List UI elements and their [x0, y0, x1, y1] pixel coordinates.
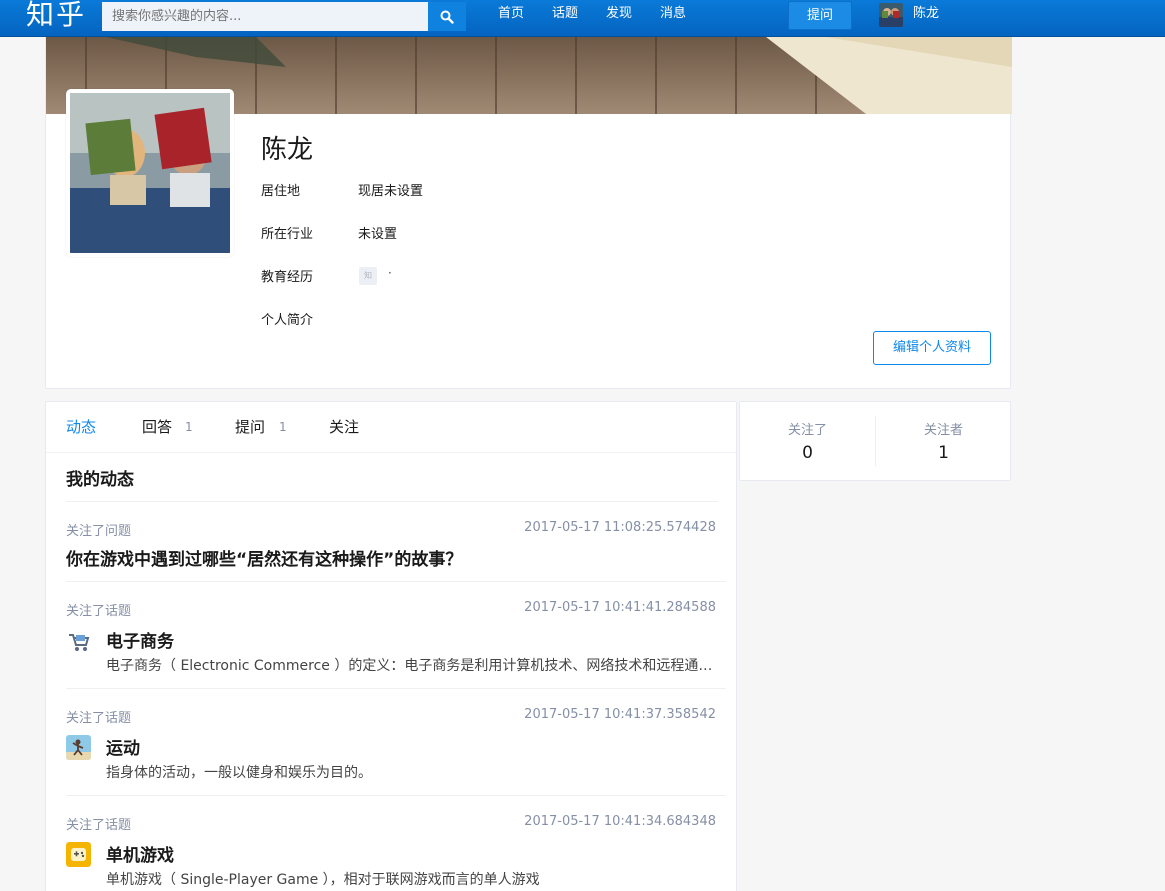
top-navbar: 知乎 首页 话题 发现 消息 提问 陈龙 — [0, 0, 1165, 37]
following-count: 0 — [802, 443, 813, 463]
nav-messages[interactable]: 消息 — [660, 0, 686, 30]
education-value: · — [388, 266, 392, 280]
topic-description: 单机游戏（ Single-Player Game ），相对于联网游戏而言的单人游… — [106, 872, 540, 888]
industry-value: 未设置 — [358, 227, 398, 242]
search-input[interactable] — [102, 2, 428, 31]
search-icon — [440, 10, 454, 24]
zhihu-logo[interactable]: 知乎 — [26, 0, 86, 32]
tab-answers[interactable]: 回答 — [142, 416, 172, 437]
profile-name: 陈龙 — [261, 135, 314, 165]
ask-button[interactable]: 提问 — [788, 1, 852, 30]
tab-following[interactable]: 关注 — [329, 416, 359, 437]
question-link[interactable]: 你在游戏中遇到过哪些“居然还有这种操作”的故事？ — [66, 545, 462, 570]
topic-name[interactable]: 电子商务 — [106, 627, 174, 652]
gamepad-icon[interactable] — [66, 842, 91, 867]
followers-count: 1 — [938, 443, 949, 463]
followers-label: 关注者 — [923, 423, 963, 438]
nav-explore[interactable]: 发现 — [606, 0, 632, 30]
divider — [66, 501, 718, 502]
location-label: 居住地 — [261, 184, 301, 199]
divider — [66, 688, 726, 689]
user-name[interactable]: 陈龙 — [913, 0, 939, 28]
following-label: 关注了 — [787, 423, 827, 438]
answers-count: 1 — [185, 420, 193, 434]
topic-name[interactable]: 单机游戏 — [106, 841, 174, 866]
shopping-cart-icon[interactable] — [66, 629, 91, 654]
topic-name[interactable]: 运动 — [106, 734, 140, 759]
nav-home[interactable]: 首页 — [498, 0, 524, 30]
topic-description: 电子商务（ Electronic Commerce ）的定义：电子商务是利用计算… — [106, 658, 718, 674]
item-time: 2017-05-17 11:08:25.574428 — [524, 520, 716, 535]
tab-activity[interactable]: 动态 — [66, 416, 96, 437]
item-time: 2017-05-17 10:41:34.684348 — [524, 814, 716, 829]
item-time: 2017-05-17 10:41:37.358542 — [524, 707, 716, 722]
item-time: 2017-05-17 10:41:41.284588 — [524, 600, 716, 615]
item-action: 关注了话题 — [66, 604, 132, 619]
industry-label: 所在行业 — [261, 227, 314, 242]
divider — [66, 581, 726, 582]
nav-topics[interactable]: 话题 — [552, 0, 578, 30]
profile-avatar[interactable] — [66, 89, 234, 257]
search-button[interactable] — [428, 2, 466, 31]
questions-count: 1 — [279, 420, 287, 434]
topic-description: 指身体的活动，一般以健身和娱乐为目的。 — [106, 765, 372, 781]
education-label: 教育经历 — [261, 270, 314, 285]
item-action: 关注了问题 — [66, 524, 132, 539]
follow-stats-card: 关注了 0 关注者 1 — [739, 401, 1011, 481]
profile-card: 陈龙 居住地 现居未设置 所在行业 未设置 教育经历 知 · 个人简介 编辑个人… — [45, 37, 1012, 389]
activity-card: 动态 回答 1 提问 1 关注 我的动态 关注了问题 2017-05-17 11… — [45, 401, 737, 891]
item-action: 关注了话题 — [66, 711, 132, 726]
bio-label: 个人简介 — [261, 313, 314, 328]
following-stat[interactable]: 关注了 0 — [740, 402, 875, 482]
item-action: 关注了话题 — [66, 818, 132, 833]
followers-stat[interactable]: 关注者 1 — [876, 402, 1011, 482]
edit-profile-button[interactable]: 编辑个人资料 — [873, 331, 991, 365]
feed-title: 我的动态 — [66, 470, 134, 490]
profile-tabs: 动态 回答 1 提问 1 关注 — [46, 402, 736, 453]
divider — [66, 795, 726, 796]
user-avatar[interactable] — [879, 3, 903, 27]
tab-questions[interactable]: 提问 — [235, 416, 265, 437]
location-value: 现居未设置 — [358, 184, 424, 199]
sports-icon[interactable] — [66, 735, 91, 760]
school-icon: 知 — [359, 267, 377, 285]
